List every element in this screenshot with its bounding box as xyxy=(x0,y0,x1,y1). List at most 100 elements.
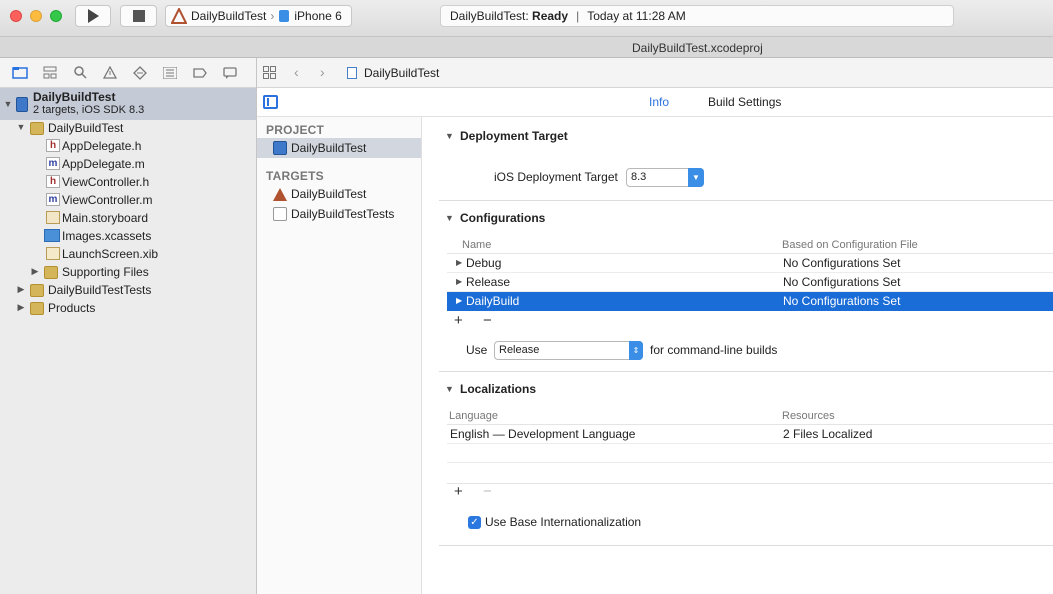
project-root-row[interactable]: ▼ DailyBuildTest 2 targets, iOS SDK 8.3 xyxy=(0,88,256,120)
stop-button[interactable] xyxy=(120,5,157,27)
test-diamond-icon[interactable] xyxy=(132,65,148,80)
disclosure-open-icon[interactable]: ▼ xyxy=(3,99,13,109)
app-target-icon xyxy=(171,8,187,24)
breadcrumb[interactable]: DailyBuildTest xyxy=(364,66,439,80)
close-window-button[interactable] xyxy=(10,10,22,22)
configurations-section-title: Configurations xyxy=(460,211,546,225)
back-arrow-icon[interactable]: ‹ xyxy=(294,64,299,80)
config-name: Debug xyxy=(466,256,502,270)
zoom-window-button[interactable] xyxy=(50,10,62,22)
divider xyxy=(447,483,1053,484)
header-file-icon: h xyxy=(46,175,60,188)
target-item-tests[interactable]: DailyBuildTestTests xyxy=(257,204,421,224)
language-header: Language xyxy=(449,410,498,422)
command-line-config-popup[interactable]: Release ⇕ xyxy=(494,341,643,360)
tree-item-label: DailyBuildTest xyxy=(48,121,124,135)
title-bar: DailyBuildTest.xcodeproj xyxy=(0,36,1053,58)
base-i18n-checkbox[interactable]: ✓ xyxy=(468,516,481,529)
symbol-nav-icon[interactable] xyxy=(42,66,58,80)
tree-item-viewcontroller-m[interactable]: m ViewController.m xyxy=(0,191,256,209)
config-row-release[interactable]: ▶ Release No Configurations Set xyxy=(447,273,1053,292)
tab-build-settings[interactable]: Build Settings xyxy=(708,95,781,109)
info-settings-panel: ▼ Deployment Target iOS Deployment Targe… xyxy=(422,117,1053,594)
config-row-dailybuild[interactable]: ▶ DailyBuild No Configurations Set xyxy=(447,292,1053,311)
tree-item-label: Images.xcassets xyxy=(62,229,152,243)
deployment-target-popup[interactable]: 8.3 ▼ xyxy=(626,168,704,187)
disclosure-closed-icon[interactable]: ▶ xyxy=(16,284,26,295)
disclosure-closed-icon[interactable]: ▶ xyxy=(16,302,26,313)
tree-item-label: DailyBuildTestTests xyxy=(48,283,152,297)
disclosure-closed-icon[interactable]: ▶ xyxy=(456,277,462,286)
target-item-label: DailyBuildTestTests xyxy=(291,207,395,221)
add-configuration-button[interactable]: + xyxy=(454,312,463,329)
search-icon[interactable] xyxy=(72,66,88,80)
tree-item-dailybuildtesttests[interactable]: ▶ DailyBuildTestTests xyxy=(0,281,256,299)
disclosure-open-icon[interactable]: ▼ xyxy=(445,131,454,141)
disclosure-closed-icon[interactable]: ▶ xyxy=(456,258,462,267)
report-icon[interactable] xyxy=(222,66,238,80)
tree-item-appdelegate-m[interactable]: m AppDelegate.m xyxy=(0,155,256,173)
project-root-name: DailyBuildTest xyxy=(33,90,116,104)
play-icon xyxy=(88,9,99,23)
disclosure-open-icon[interactable]: ▼ xyxy=(445,384,454,394)
tree-item-main-storyboard[interactable]: Main.storyboard xyxy=(0,209,256,227)
run-button[interactable] xyxy=(75,5,111,27)
forward-arrow-icon[interactable]: › xyxy=(320,64,325,80)
config-name: Release xyxy=(466,275,511,289)
warning-icon[interactable] xyxy=(102,66,118,80)
tree-item-label: Supporting Files xyxy=(62,265,149,279)
tree-item-viewcontroller-h[interactable]: h ViewController.h xyxy=(0,173,256,191)
project-file-icon xyxy=(347,67,357,79)
chevron-right-icon: › xyxy=(270,9,275,23)
config-based: No Configurations Set xyxy=(783,294,901,308)
folder-nav-icon[interactable] xyxy=(12,66,28,80)
localizations-section-title: Localizations xyxy=(460,382,537,396)
scheme-selector[interactable]: DailyBuildTest › iPhone 6 xyxy=(165,5,352,27)
add-localization-button[interactable]: + xyxy=(454,483,463,500)
related-items-grid-icon[interactable] xyxy=(263,66,276,82)
deployment-section-title: Deployment Target xyxy=(460,129,568,143)
tree-item-products[interactable]: ▶ Products xyxy=(0,299,256,317)
jump-bar: ‹ › DailyBuildTest xyxy=(257,58,1053,88)
deployment-target-value: 8.3 xyxy=(631,171,647,183)
project-navigator: ▼ DailyBuildTest 2 targets, iOS SDK 8.3 … xyxy=(0,58,257,594)
disclosure-open-icon[interactable]: ▼ xyxy=(445,213,454,223)
xcode-project-icon xyxy=(16,97,28,112)
project-root-sub: 2 targets, iOS SDK 8.3 xyxy=(33,104,145,116)
project-item-label: DailyBuildTest xyxy=(291,141,367,155)
breakpoint-icon[interactable] xyxy=(192,66,208,80)
remove-localization-button[interactable]: − xyxy=(483,483,492,500)
divider xyxy=(439,371,1053,372)
project-item[interactable]: DailyBuildTest xyxy=(257,138,421,158)
disclosure-open-icon[interactable]: ▼ xyxy=(16,122,26,132)
targets-header: TARGETS xyxy=(266,169,324,183)
disclosure-closed-icon[interactable]: ▶ xyxy=(456,296,462,305)
remove-configuration-button[interactable]: − xyxy=(483,312,492,329)
resources-header: Resources xyxy=(782,410,835,422)
tree-item-images-xcassets[interactable]: Images.xcassets xyxy=(0,227,256,245)
config-row-debug[interactable]: ▶ Debug No Configurations Set xyxy=(447,254,1053,273)
test-bundle-icon xyxy=(273,207,287,221)
header-file-icon: h xyxy=(46,139,60,152)
storyboard-icon xyxy=(46,211,60,224)
sidebar-toggle-icon[interactable] xyxy=(263,95,278,109)
project-header: PROJECT xyxy=(266,123,325,137)
debug-list-icon[interactable] xyxy=(162,66,178,80)
tree-item-label: LaunchScreen.xib xyxy=(62,247,159,261)
tree-item-label: ViewController.m xyxy=(62,193,153,207)
tree-item-dailybuildtest-group[interactable]: ▼ DailyBuildTest xyxy=(0,119,256,137)
localization-resources: 2 Files Localized xyxy=(783,427,873,441)
device-icon xyxy=(279,10,290,22)
objc-file-icon: m xyxy=(46,193,60,206)
command-line-config-value: Release xyxy=(499,344,540,356)
target-item-app[interactable]: DailyBuildTest xyxy=(257,184,421,204)
disclosure-closed-icon[interactable]: ▶ xyxy=(30,266,40,277)
localization-row[interactable]: English — Development Language 2 Files L… xyxy=(447,425,1053,444)
tree-item-appdelegate-h[interactable]: h AppDelegate.h xyxy=(0,137,256,155)
minimize-window-button[interactable] xyxy=(30,10,42,22)
tree-item-launchscreen-xib[interactable]: LaunchScreen.xib xyxy=(0,245,256,263)
tab-info[interactable]: Info xyxy=(649,95,669,109)
divider xyxy=(439,200,1053,201)
folder-icon xyxy=(30,122,44,135)
tree-item-supporting-files[interactable]: ▶ Supporting Files xyxy=(0,263,256,281)
